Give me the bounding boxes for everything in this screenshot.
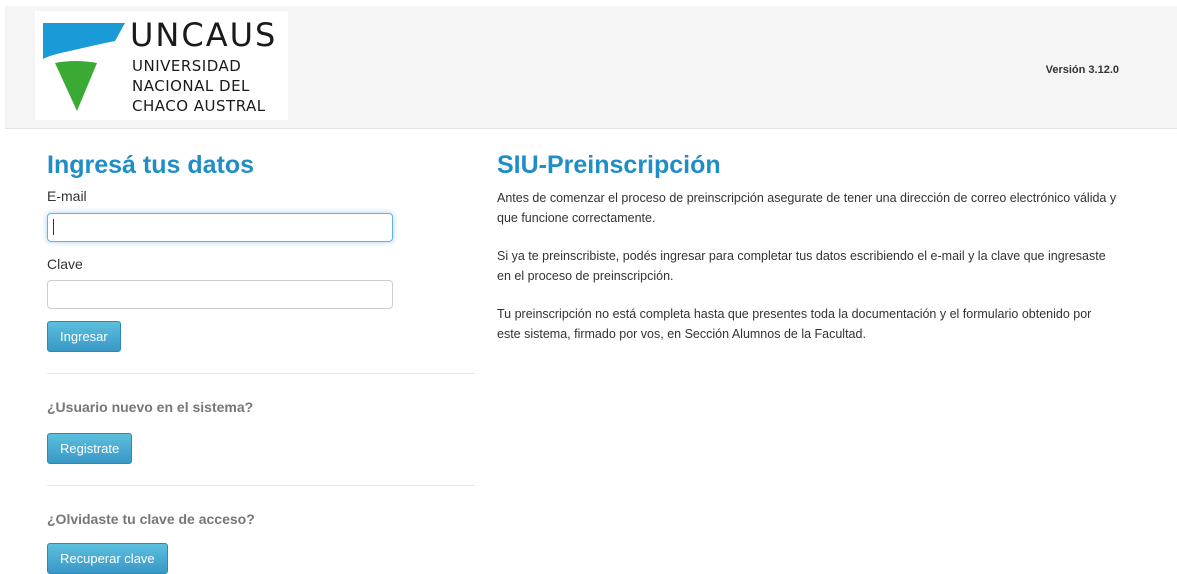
info-paragraph-1: Antes de comenzar el proceso de preinscr…	[497, 191, 1117, 225]
email-label: E-mail	[47, 188, 87, 204]
info-panel: SIU-Preinscripción Antes de comenzar el …	[497, 150, 1117, 344]
uncaus-logo[interactable]: UNCAUS UNIVERSIDAD NACIONAL DEL CHACO AU…	[35, 11, 288, 120]
recover-password-button[interactable]: Recuperar clave	[47, 543, 168, 574]
logo-line-1: UNIVERSIDAD	[132, 57, 242, 75]
logo-line-2: NACIONAL DEL	[132, 77, 250, 95]
info-heading: SIU-Preinscripción	[497, 151, 721, 179]
logo-line-3: CHACO AUSTRAL	[132, 97, 266, 115]
info-paragraph-3: Tu preinscripción no está completa hasta…	[497, 307, 1092, 341]
logo-title: UNCAUS	[130, 16, 278, 54]
password-label: Clave	[47, 256, 83, 272]
divider	[47, 373, 475, 374]
email-input[interactable]	[47, 213, 393, 242]
page-header: UNCAUS UNIVERSIDAD NACIONAL DEL CHACO AU…	[5, 6, 1177, 129]
login-heading: Ingresá tus datos	[47, 151, 254, 179]
version-label: Versión 3.12.0	[1045, 64, 1119, 76]
text-caret	[53, 219, 54, 235]
login-panel: Ingresá tus datos E-mail Clave Ingresar …	[47, 150, 475, 574]
new-user-question: ¿Usuario nuevo en el sistema?	[47, 399, 254, 415]
forgot-password-question: ¿Olvidaste tu clave de acceso?	[47, 511, 255, 527]
divider	[47, 485, 475, 486]
login-button[interactable]: Ingresar	[47, 321, 121, 352]
uncaus-emblem-icon	[43, 23, 125, 111]
info-paragraph-2: Si ya te preinscribiste, podés ingresar …	[497, 249, 1106, 283]
password-input[interactable]	[47, 280, 393, 309]
register-button[interactable]: Registrate	[47, 433, 133, 464]
